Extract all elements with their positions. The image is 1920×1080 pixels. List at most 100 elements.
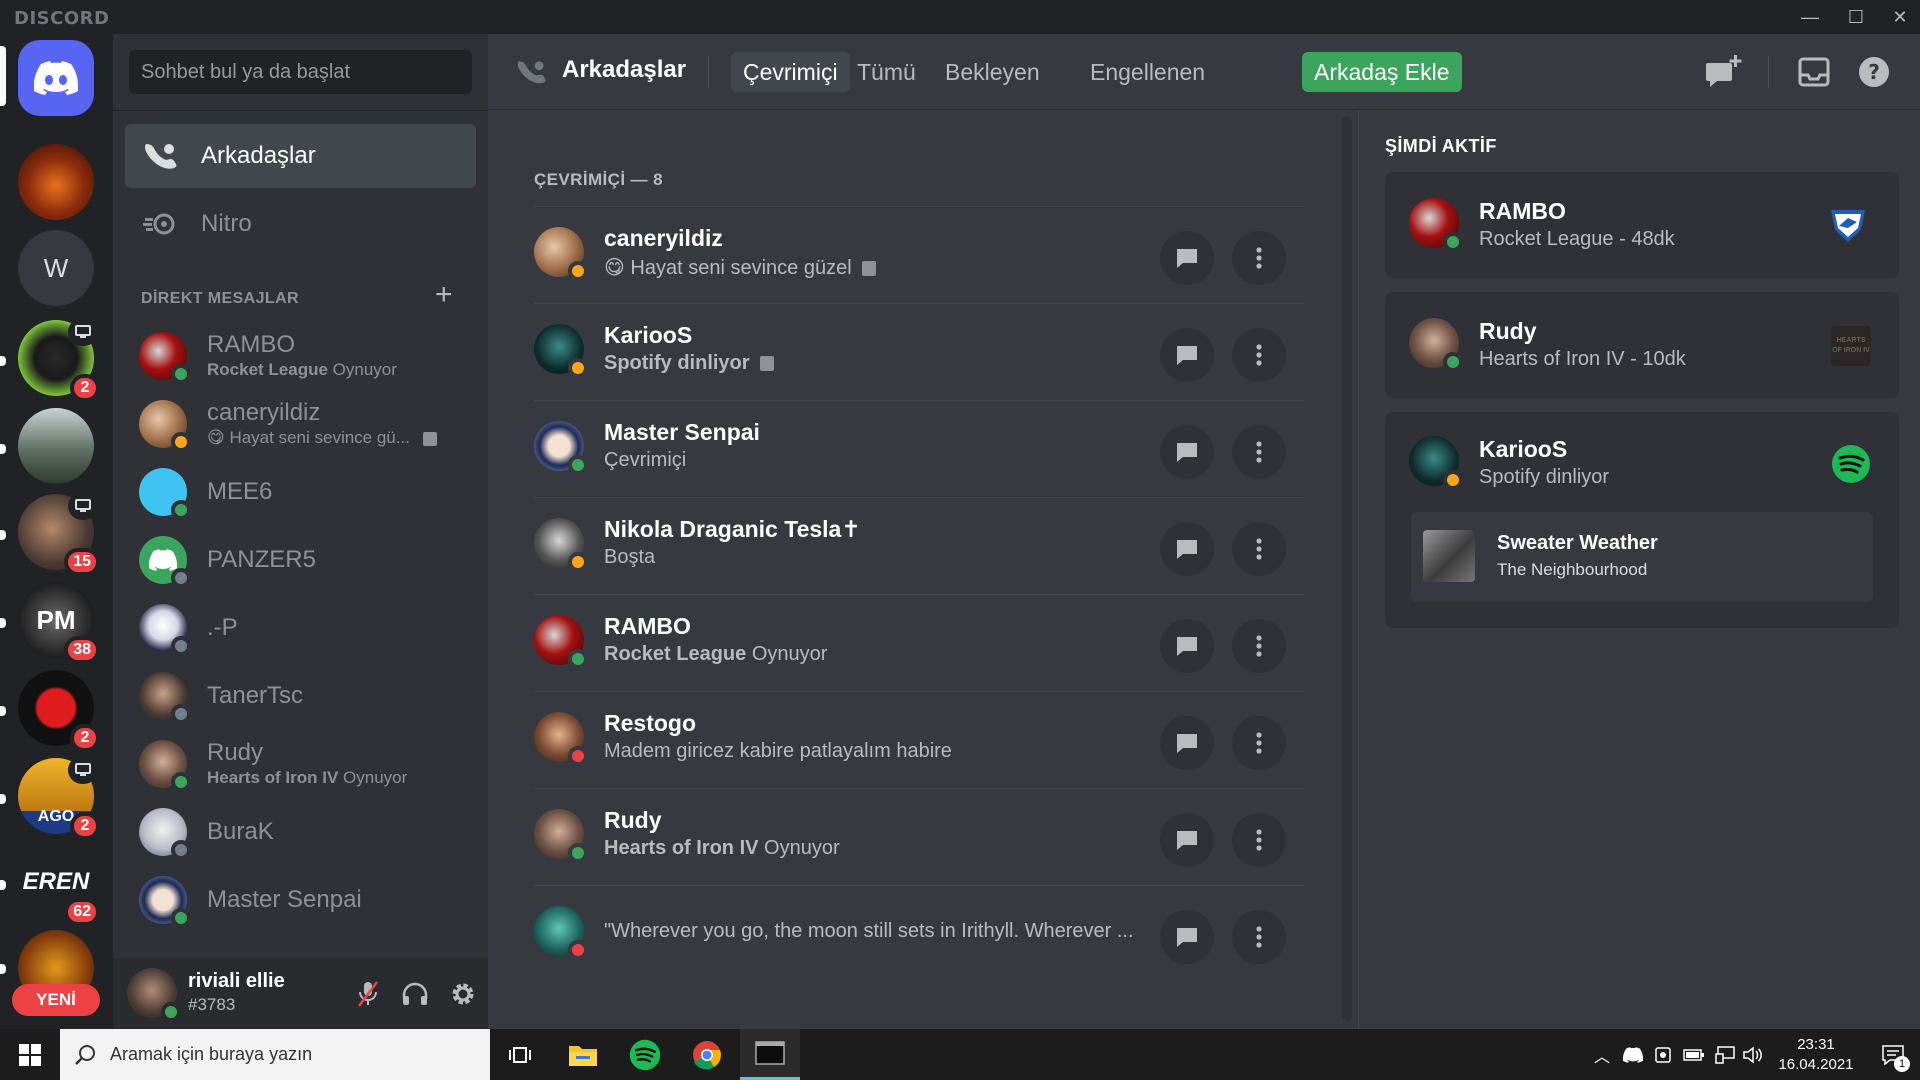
friend-row[interactable]: KariooS Spotify dinliyor — [534, 303, 1304, 400]
server-rail: W 2 15 PM 38 2 AGO 2 EREN 62 YENİ — [0, 34, 113, 1029]
album-art — [1423, 530, 1475, 582]
server-devil[interactable]: 2 — [18, 670, 100, 752]
dm-item-caneryildiz[interactable]: caneryildiz 😋 Hayat seni sevince gü... — [125, 392, 476, 456]
message-button[interactable] — [1160, 716, 1214, 770]
mute-button[interactable] — [350, 976, 386, 1012]
more-options-button[interactable] — [1232, 910, 1286, 964]
terminal-taskbar-button[interactable] — [740, 1029, 800, 1080]
tray-network-button[interactable] — [1710, 1029, 1740, 1080]
dm-item-tanertsc[interactable]: TanerTsc — [125, 664, 476, 728]
dm-item-p[interactable]: .-P — [125, 596, 476, 660]
more-options-button[interactable] — [1232, 619, 1286, 673]
deafen-button[interactable] — [397, 976, 433, 1012]
action-center-button[interactable]: 1 — [1866, 1029, 1920, 1080]
message-button[interactable] — [1160, 328, 1214, 382]
shield-icon — [1655, 1046, 1671, 1063]
tray-volume-button[interactable] — [1740, 1029, 1766, 1080]
dm-item-mee6[interactable]: MEE6 — [125, 460, 476, 524]
more-options-button[interactable] — [1232, 716, 1286, 770]
message-button[interactable] — [1160, 231, 1214, 285]
more-options-button[interactable] — [1232, 425, 1286, 479]
message-button[interactable] — [1160, 522, 1214, 576]
friend-row[interactable]: "Wherever you go, the moon still sets in… — [534, 885, 1304, 982]
server-ago[interactable]: AGO 2 — [18, 756, 100, 840]
dm-item-burak[interactable]: BuraK — [125, 800, 476, 864]
task-view-icon — [509, 1046, 531, 1063]
more-options-button[interactable] — [1232, 813, 1286, 867]
friend-row[interactable]: caneryildiz 😋 Hayat seni sevince güzel — [534, 206, 1304, 303]
user-panel: riviali ellie #3783 — [113, 958, 488, 1029]
minimize-button[interactable]: — — [1788, 0, 1832, 34]
server-eren[interactable]: EREN 62 — [18, 844, 100, 926]
battery-icon — [1683, 1048, 1704, 1061]
nav-friends[interactable]: Arkadaşlar — [125, 124, 476, 188]
tab-blocked[interactable]: Engellenen — [1078, 52, 1217, 92]
taskbar-search-input[interactable]: Aramak için buraya yazın — [60, 1029, 490, 1080]
voice-activity-icon — [68, 756, 98, 784]
taskbar-clock[interactable]: 23:31 16.04.2021 — [1766, 1035, 1866, 1075]
kebab-menu-icon — [1256, 926, 1262, 948]
home-indicator — [0, 46, 6, 106]
activity-card-karioos[interactable]: KariooS Spotify dinliyor Sweater Weather… — [1385, 412, 1899, 628]
help-button[interactable]: ? — [1854, 52, 1894, 92]
file-explorer-button[interactable] — [553, 1029, 613, 1080]
user-name: riviali ellie — [188, 970, 285, 992]
friend-row[interactable]: Rudy Hearts of Iron IV Oynuyor — [534, 788, 1304, 885]
dm-name: Rudy — [207, 739, 264, 766]
dm-item-master-senpai[interactable]: Master Senpai — [125, 868, 476, 932]
tray-battery-button[interactable] — [1678, 1029, 1710, 1080]
more-options-button[interactable] — [1232, 522, 1286, 576]
inbox-button[interactable] — [1794, 52, 1834, 92]
server-pm[interactable]: PM 38 — [18, 582, 100, 664]
status-online-icon — [1443, 352, 1463, 372]
home-button[interactable] — [18, 40, 94, 116]
tab-pending[interactable]: Bekleyen — [933, 52, 1052, 92]
server-wolf[interactable]: 2 — [18, 318, 100, 402]
start-button[interactable] — [0, 1029, 60, 1080]
more-options-button[interactable] — [1232, 231, 1286, 285]
tray-overflow-button[interactable]: ︿ — [1588, 1029, 1616, 1080]
nav-nitro[interactable]: Nitro — [125, 192, 476, 256]
search-input[interactable]: Sohbet bul ya da başlat — [129, 50, 472, 94]
chrome-taskbar-button[interactable] — [677, 1029, 737, 1080]
tab-online[interactable]: Çevrimiçi — [731, 52, 850, 92]
message-button[interactable] — [1160, 619, 1214, 673]
server-w[interactable]: W — [18, 230, 94, 306]
spotify-taskbar-button[interactable] — [615, 1029, 675, 1080]
activity-description: Hearts of Iron IV - 10dk — [1479, 348, 1686, 370]
message-button[interactable] — [1160, 425, 1214, 479]
server-portrait[interactable]: 15 — [18, 492, 100, 576]
dm-item-rudy[interactable]: Rudy Hearts of Iron IV Oynuyor — [125, 732, 476, 796]
avatar — [534, 324, 588, 378]
spotify-track[interactable]: Sweater Weather The Neighbourhood — [1411, 512, 1873, 602]
task-view-button[interactable] — [490, 1029, 550, 1080]
chrome-icon — [693, 1040, 721, 1069]
friend-row[interactable]: Nikola Draganic Tesla✝ Boşta — [534, 497, 1304, 594]
activity-card-rambo[interactable]: RAMBO Rocket League - 48dk — [1385, 172, 1899, 278]
friend-row[interactable]: RAMBO Rocket League Oynuyor — [534, 594, 1304, 691]
settings-button[interactable] — [445, 976, 481, 1012]
tab-all[interactable]: Tümü — [845, 52, 928, 92]
more-options-button[interactable] — [1232, 328, 1286, 382]
friend-row[interactable]: Master Senpai Çevrimiçi — [534, 400, 1304, 497]
spotify-icon — [629, 1039, 661, 1070]
maximize-button[interactable]: ☐ — [1834, 0, 1878, 34]
server-landscape[interactable] — [18, 408, 94, 484]
tray-defender-button[interactable] — [1648, 1029, 1678, 1080]
close-button[interactable]: ✕ — [1878, 0, 1920, 34]
server-fire[interactable] — [18, 144, 94, 220]
new-group-dm-button[interactable] — [1704, 52, 1744, 92]
dm-item-rambo[interactable]: RAMBO Rocket League Oynuyor — [125, 324, 476, 388]
dm-item-panzer5[interactable]: PANZER5 — [125, 528, 476, 592]
activity-card-rudy[interactable]: Rudy Hearts of Iron IV - 10dk HEARTS OF … — [1385, 292, 1899, 398]
scrollbar[interactable] — [1342, 116, 1352, 1021]
message-button[interactable] — [1160, 813, 1214, 867]
user-avatar[interactable] — [127, 968, 181, 1022]
tray-discord-button[interactable] — [1618, 1029, 1648, 1080]
friend-row[interactable]: Restogo Madem giricez kabire patlayalım h… — [534, 691, 1304, 788]
add-friend-button[interactable]: Arkadaş Ekle — [1302, 52, 1462, 92]
divider — [708, 56, 709, 88]
hearts-of-iron-icon: HEARTS OF IRON IV — [1831, 326, 1871, 366]
message-button[interactable] — [1160, 910, 1214, 964]
create-dm-button[interactable]: + — [435, 280, 453, 310]
